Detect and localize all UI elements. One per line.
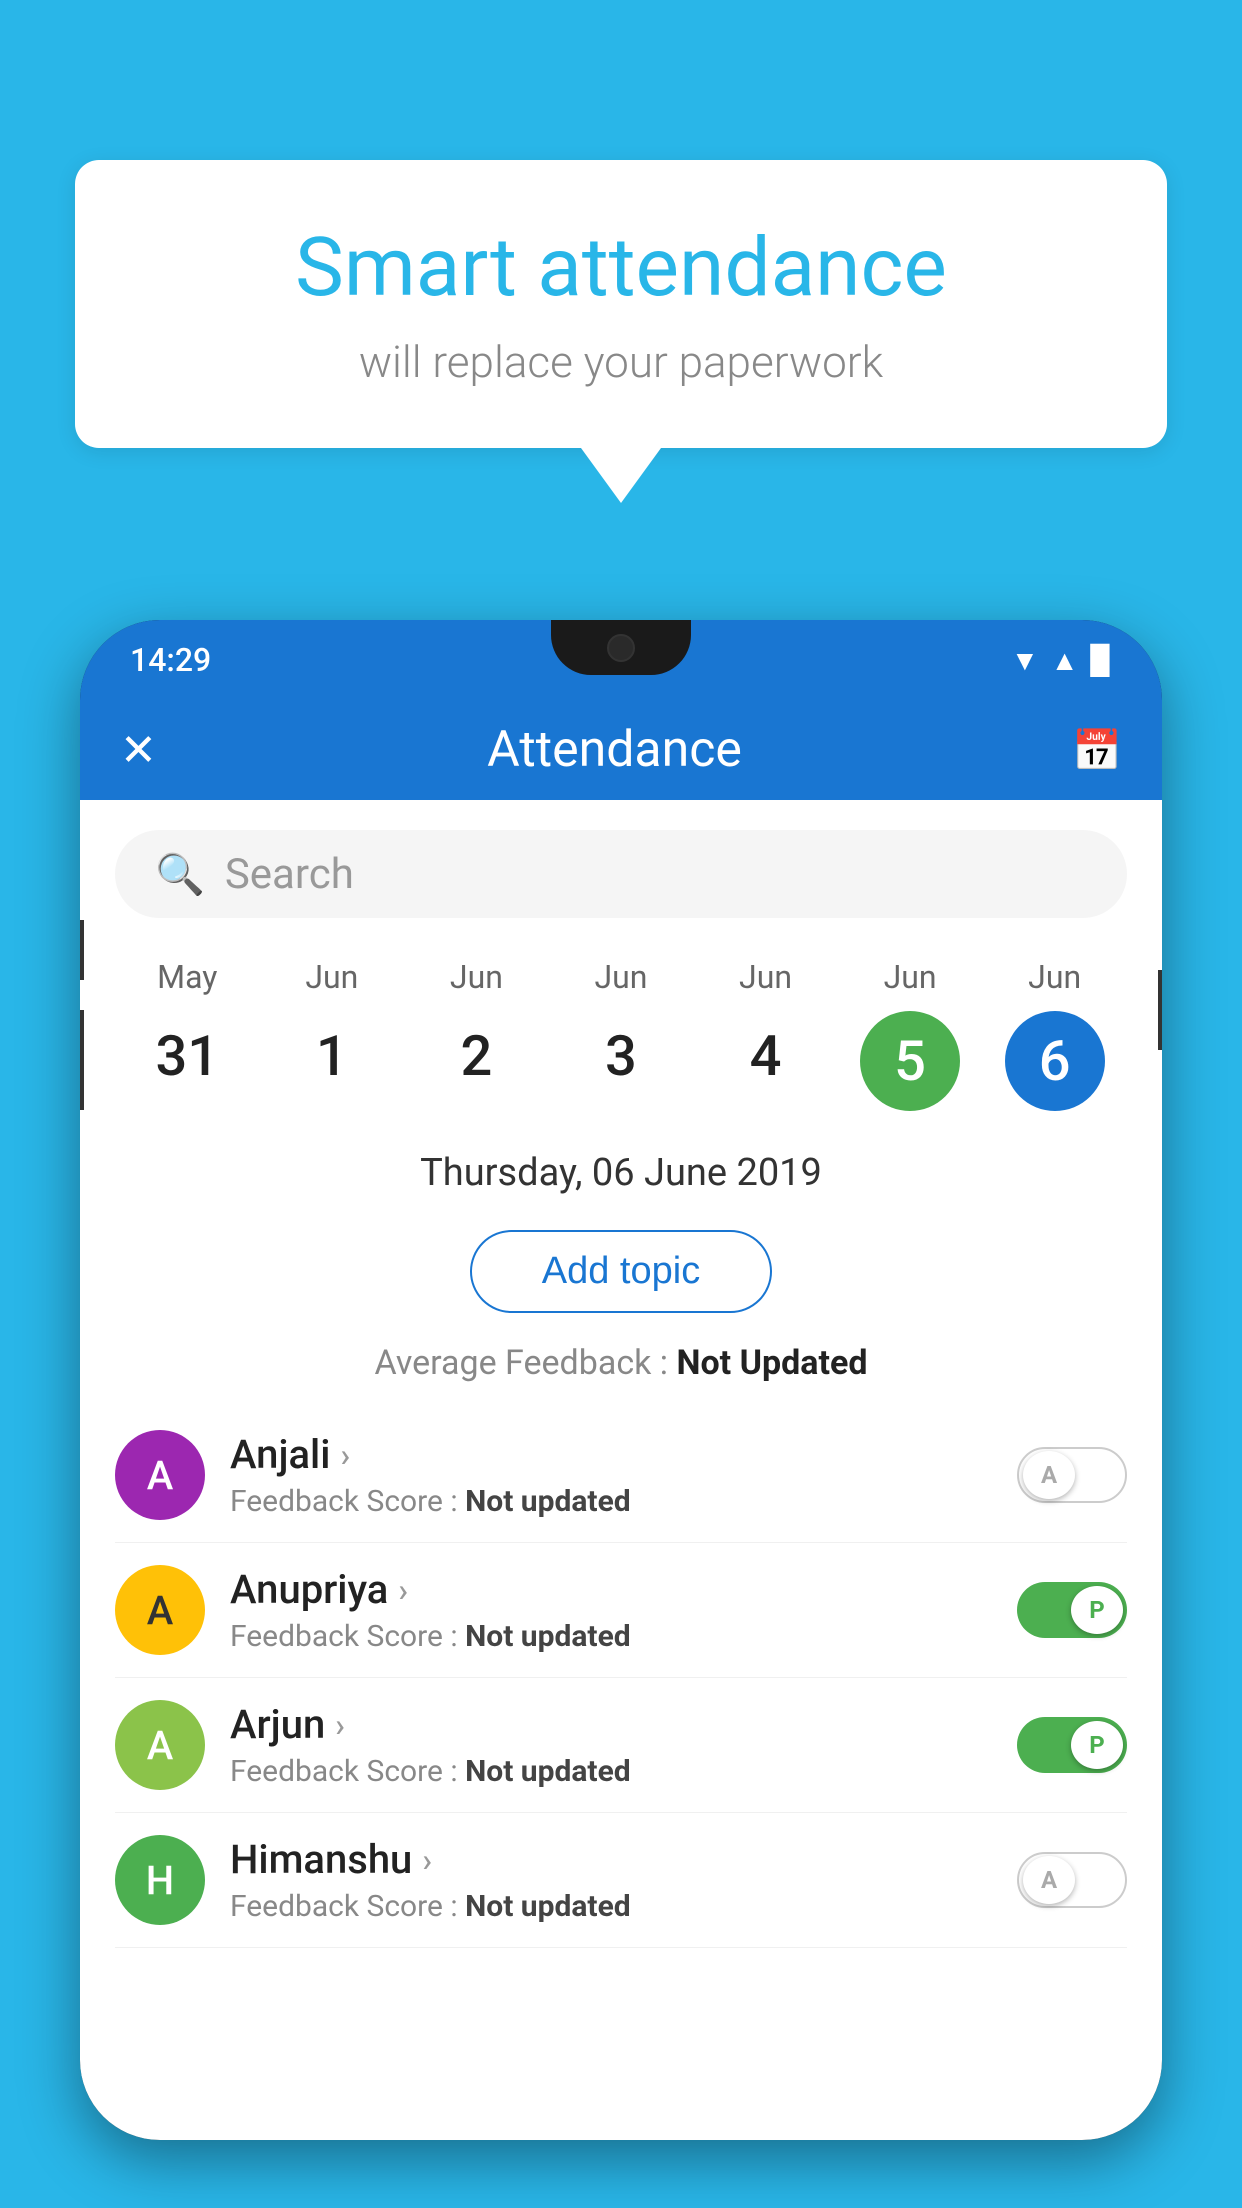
cal-date-5: 5 (860, 1011, 960, 1111)
avatar-2: A (115, 1700, 205, 1790)
cal-month-4: Jun (739, 958, 792, 996)
camera (607, 634, 635, 662)
student-item-1[interactable]: A Anupriya › Feedback Score : Not updated P (115, 1543, 1127, 1678)
cal-month-1: Jun (305, 958, 358, 996)
close-button[interactable]: ✕ (120, 724, 157, 776)
cal-date-0: 31 (142, 1011, 232, 1101)
attendance-toggle-1[interactable]: P (1017, 1582, 1127, 1638)
toggle-knob-0: A (1023, 1451, 1075, 1499)
cal-date-3: 3 (576, 1011, 666, 1101)
search-placeholder: Search (225, 850, 354, 899)
cal-date-1: 1 (287, 1011, 377, 1101)
student-info-1: Anupriya › Feedback Score : Not updated (230, 1566, 992, 1654)
phone: 14:29 ▼ ▲ ▉ ✕ Attendance 📅 🔍 Search (80, 620, 1162, 2140)
student-info-2: Arjun › Feedback Score : Not updated (230, 1701, 992, 1789)
signal-icon: ▲ (1051, 644, 1079, 677)
calendar-day-3[interactable]: Jun 3 (566, 958, 676, 1101)
wifi-icon: ▼ (1011, 644, 1039, 677)
chevron-icon-1: › (398, 1571, 408, 1609)
screen-content: 🔍 Search May 31 Jun 1 Jun 2 Jun 3 Jun 4 Jun 5 Jun 6 T… (80, 800, 1162, 2140)
cal-month-5: Jun (884, 958, 937, 996)
student-name-3: Himanshu › (230, 1836, 992, 1883)
search-icon: 🔍 (155, 851, 205, 898)
student-item-3[interactable]: H Himanshu › Feedback Score : Not updated A (115, 1813, 1127, 1948)
avatar-1: A (115, 1565, 205, 1655)
calendar-icon[interactable]: 📅 (1072, 727, 1122, 774)
cal-month-0: May (157, 958, 217, 996)
phone-wrapper: 14:29 ▼ ▲ ▉ ✕ Attendance 📅 🔍 Search (80, 620, 1162, 2208)
app-title: Attendance (487, 721, 742, 779)
feedback-score-3: Feedback Score : Not updated (230, 1889, 992, 1924)
add-topic-button[interactable]: Add topic (470, 1230, 772, 1313)
attendance-toggle-3[interactable]: A (1017, 1852, 1127, 1908)
calendar-day-2[interactable]: Jun 2 (421, 958, 531, 1101)
avg-feedback-value: Not Updated (676, 1343, 867, 1383)
toggle-knob-2: P (1071, 1721, 1123, 1769)
status-time: 14:29 (130, 641, 211, 679)
student-name-1: Anupriya › (230, 1566, 992, 1613)
average-feedback: Average Feedback : Not Updated (80, 1328, 1162, 1408)
cal-month-3: Jun (594, 958, 647, 996)
speech-bubble-container: Smart attendance will replace your paper… (75, 160, 1167, 503)
calendar-day-1[interactable]: Jun 1 (277, 958, 387, 1101)
cal-month-6: Jun (1028, 958, 1081, 996)
power-button (1158, 970, 1162, 1050)
volume-up-button (80, 920, 84, 980)
avatar-0: A (115, 1430, 205, 1520)
hero-subtitle: will replace your paperwork (155, 336, 1087, 388)
student-info-3: Himanshu › Feedback Score : Not updated (230, 1836, 992, 1924)
feedback-score-2: Feedback Score : Not updated (230, 1754, 992, 1789)
avg-feedback-label: Average Feedback : (375, 1343, 677, 1383)
battery-icon: ▉ (1090, 644, 1112, 677)
feedback-score-0: Feedback Score : Not updated (230, 1484, 992, 1519)
search-bar[interactable]: 🔍 Search (115, 830, 1127, 918)
notch (551, 620, 691, 675)
cal-date-2: 2 (431, 1011, 521, 1101)
feedback-score-1: Feedback Score : Not updated (230, 1619, 992, 1654)
calendar-strip: May 31 Jun 1 Jun 2 Jun 3 Jun 4 Jun 5 Jun 6 (80, 938, 1162, 1131)
student-name-2: Arjun › (230, 1701, 992, 1748)
chevron-icon-2: › (335, 1706, 345, 1744)
calendar-day-5[interactable]: Jun 5 (855, 958, 965, 1111)
student-list: AAnjali ›Feedback Score : Not updatedAAA… (80, 1408, 1162, 1948)
attendance-toggle-0[interactable]: A (1017, 1447, 1127, 1503)
status-bar: 14:29 ▼ ▲ ▉ (80, 620, 1162, 700)
attendance-toggle-2[interactable]: P (1017, 1717, 1127, 1773)
selected-date: Thursday, 06 June 2019 (80, 1131, 1162, 1215)
speech-bubble: Smart attendance will replace your paper… (75, 160, 1167, 448)
status-icons: ▼ ▲ ▉ (1011, 644, 1112, 677)
chevron-icon-0: › (340, 1436, 350, 1474)
calendar-day-4[interactable]: Jun 4 (711, 958, 821, 1101)
chevron-icon-3: › (422, 1841, 432, 1879)
avatar-3: H (115, 1835, 205, 1925)
calendar-day-0[interactable]: May 31 (132, 958, 242, 1101)
cal-date-6: 6 (1005, 1011, 1105, 1111)
calendar-day-6[interactable]: Jun 6 (1000, 958, 1110, 1111)
speech-bubble-tail (581, 448, 661, 503)
app-header: ✕ Attendance 📅 (80, 700, 1162, 800)
cal-date-4: 4 (721, 1011, 811, 1101)
toggle-knob-3: A (1023, 1856, 1075, 1904)
student-item-2[interactable]: A Arjun › Feedback Score : Not updated P (115, 1678, 1127, 1813)
cal-month-2: Jun (450, 958, 503, 996)
hero-title: Smart attendance (155, 220, 1087, 316)
volume-down-button (80, 1010, 84, 1110)
student-info-0: Anjali › Feedback Score : Not updated (230, 1431, 992, 1519)
student-name-0: Anjali › (230, 1431, 992, 1478)
toggle-knob-1: P (1071, 1586, 1123, 1634)
student-item-0[interactable]: A Anjali › Feedback Score : Not updated A (115, 1408, 1127, 1543)
